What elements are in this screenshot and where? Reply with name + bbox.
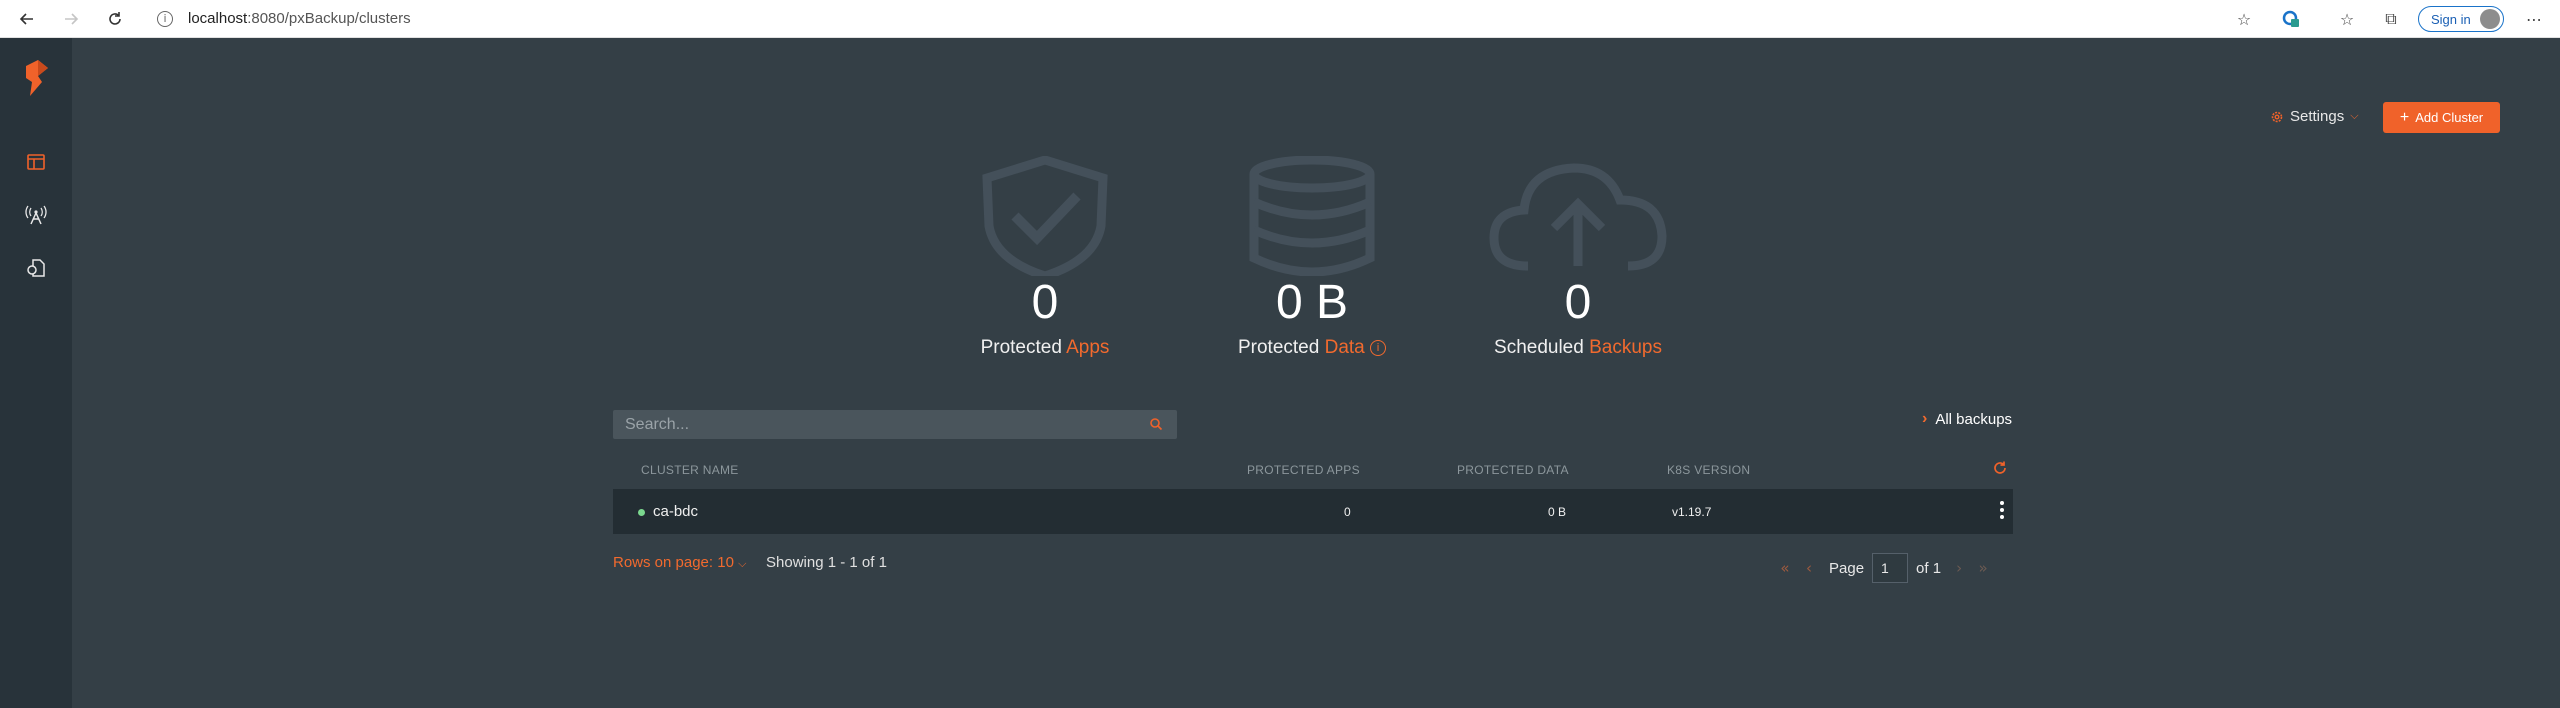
showing-count: Showing 1 - 1 of 1 <box>766 554 887 571</box>
extension-icon[interactable] <box>2280 8 2302 30</box>
back-button[interactable] <box>14 6 40 32</box>
rows-per-page-dropdown[interactable]: Rows on page: 10 ⌵ <box>613 554 746 571</box>
database-icon <box>1249 156 1375 276</box>
info-circle-icon[interactable]: i <box>1370 340 1387 356</box>
sidebar <box>0 38 72 708</box>
sidebar-item-dashboard[interactable] <box>24 150 48 174</box>
last-page-icon[interactable]: » <box>1971 559 1995 577</box>
portworx-logo-icon[interactable] <box>21 58 51 98</box>
page-number-value: 1 <box>1881 560 1889 576</box>
search-input[interactable] <box>613 410 1177 439</box>
chevron-down-icon: ⌵ <box>2350 110 2359 122</box>
sidebar-item-backups[interactable] <box>24 256 48 280</box>
stat-label-prefix: Protected <box>1237 337 1320 358</box>
forward-arrow-icon <box>65 13 79 25</box>
previous-page-icon[interactable]: ‹ <box>1797 559 1821 577</box>
stat-label: Protected Apps <box>945 337 1145 359</box>
sign-in-button[interactable]: Sign in <box>2418 6 2504 32</box>
plus-icon: + <box>2399 108 2410 126</box>
add-cluster-button[interactable]: + Add Cluster <box>2383 102 2500 133</box>
all-backups-link[interactable]: › All backups <box>1922 410 2012 428</box>
stat-label-accent: Backups <box>1589 337 1662 358</box>
stat-label: Scheduled Backups <box>1478 337 1678 359</box>
stat-scheduled-backups: 0 Scheduled Backups <box>1478 150 1678 365</box>
settings-dropdown[interactable]: Settings ⌵ <box>2270 108 2359 125</box>
search-box <box>613 410 1177 439</box>
stat-value: 0 <box>1564 276 1592 329</box>
column-header-protected-data[interactable]: PROTECTED DATA <box>1457 463 1569 477</box>
search-icon[interactable] <box>1149 417 1163 431</box>
stat-protected-apps: 0 Protected Apps <box>945 150 1145 365</box>
main-content <box>72 38 2560 708</box>
gear-icon <box>2271 111 2283 122</box>
row-actions-kebab-icon[interactable] <box>2000 501 2004 519</box>
more-menu-icon[interactable]: ⋯ <box>2523 8 2545 30</box>
back-arrow-icon <box>19 13 33 25</box>
cluster-name[interactable]: ca-bdc <box>653 503 698 520</box>
rows-per-page-label: Rows on page: 10 <box>613 554 734 571</box>
column-header-cluster-name[interactable]: CLUSTER NAME <box>641 463 739 477</box>
status-dot <box>638 509 645 516</box>
refresh-icon[interactable] <box>1992 460 2008 476</box>
pagination: « ‹ Page 1 of 1 › » <box>1773 553 1995 583</box>
page-total-label: of 1 <box>1916 559 1942 577</box>
url-path: :8080/pxBackup/clusters <box>247 10 411 27</box>
reload-button[interactable] <box>102 6 128 32</box>
all-backups-label: All backups <box>1935 410 2013 428</box>
stat-protected-data: 0 B Protected Data i <box>1212 150 1412 365</box>
address-bar[interactable]: localhost:8080/pxBackup/clusters <box>188 10 411 27</box>
sign-in-label: Sign in <box>2431 11 2471 27</box>
stat-value: 0 <box>1031 276 1059 329</box>
column-header-k8s-version[interactable]: K8S VERSION <box>1667 463 1750 477</box>
page-label: Page <box>1829 559 1865 577</box>
protected-data-value: 0 B <box>1548 505 1567 519</box>
favorite-add-icon[interactable]: ☆ <box>2233 8 2255 30</box>
favorites-icon[interactable]: ☆ <box>2336 8 2358 30</box>
protected-apps-value: 0 <box>1344 505 1351 519</box>
stat-label-accent: Data <box>1324 337 1365 358</box>
cloud-upload-icon <box>1489 163 1667 271</box>
stat-label-accent: Apps <box>1066 337 1110 358</box>
avatar <box>2480 9 2500 29</box>
settings-label: Settings <box>2290 108 2345 125</box>
stat-label-prefix: Scheduled <box>1494 337 1584 358</box>
chevron-right-icon: › <box>1922 410 1928 427</box>
stat-value: 0 B <box>1275 276 1349 329</box>
reload-icon <box>109 12 121 25</box>
browser-toolbar: i localhost:8080/pxBackup/clusters ☆ ☆ ⧉… <box>0 0 2560 38</box>
document-restore-icon <box>27 259 45 277</box>
antenna-icon <box>25 205 47 225</box>
table-row[interactable]: ca-bdc 0 0 B v1.19.7 <box>613 489 2013 534</box>
k8s-version-value: v1.19.7 <box>1672 505 1712 519</box>
first-page-icon[interactable]: « <box>1773 559 1797 577</box>
sidebar-item-cloud-settings[interactable] <box>24 203 48 227</box>
stat-label: Protected Data i <box>1212 337 1412 359</box>
site-info-icon[interactable]: i <box>157 11 173 27</box>
shield-check-icon <box>982 156 1108 276</box>
next-page-icon[interactable]: › <box>1947 559 1971 577</box>
add-cluster-label: Add Cluster <box>2415 110 2484 125</box>
collections-icon[interactable]: ⧉ <box>2380 8 2402 30</box>
column-header-protected-apps[interactable]: PROTECTED APPS <box>1247 463 1360 477</box>
chevron-down-icon: ⌵ <box>738 558 747 570</box>
stat-label-prefix: Protected <box>980 337 1062 358</box>
forward-button[interactable] <box>58 6 84 32</box>
dashboard-icon <box>27 154 45 170</box>
page-number-input[interactable]: 1 <box>1872 553 1909 583</box>
url-host: localhost <box>188 10 248 27</box>
